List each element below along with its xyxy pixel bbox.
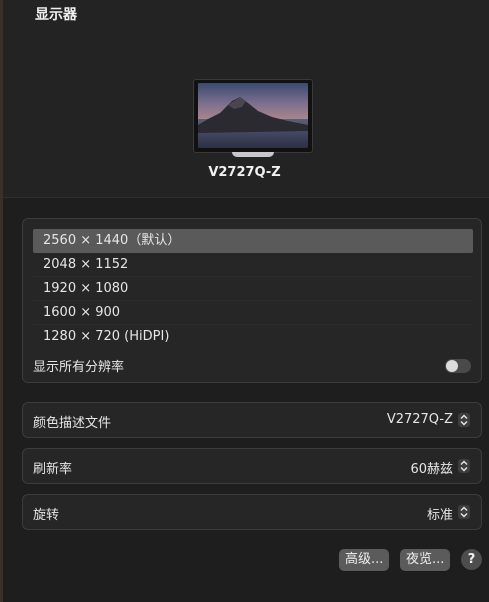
monitor-name: V2727Q-Z bbox=[208, 165, 281, 180]
popup-stepper-icon[interactable] bbox=[458, 459, 470, 473]
rotation-label: 旋转 bbox=[33, 508, 60, 523]
color-profile-value[interactable]: V2727Q-Z bbox=[387, 412, 453, 427]
refresh-rate-value[interactable]: 60赫兹 bbox=[410, 458, 453, 477]
refresh-rate-row[interactable]: 刷新率 60赫兹 bbox=[22, 448, 482, 484]
toggle-knob bbox=[446, 360, 458, 372]
color-profile-label: 颜色描述文件 bbox=[33, 416, 112, 431]
advanced-button[interactable]: 高级... bbox=[339, 549, 390, 571]
resolution-option[interactable]: 1280 × 720 (HiDPI) bbox=[33, 325, 473, 349]
wallpaper-preview bbox=[198, 83, 308, 148]
resolution-option[interactable]: 2560 × 1440（默认） bbox=[33, 229, 473, 253]
popup-stepper-icon[interactable] bbox=[458, 505, 470, 519]
night-shift-button[interactable]: 夜览... bbox=[400, 549, 451, 571]
resolution-option[interactable]: 1600 × 900 bbox=[33, 301, 473, 325]
show-all-resolutions-label: 显示所有分辨率 bbox=[33, 360, 125, 375]
show-all-resolutions-toggle[interactable] bbox=[445, 359, 471, 373]
resolution-list: 2560 × 1440（默认） 2048 × 1152 1920 × 1080 … bbox=[33, 229, 473, 349]
help-button[interactable]: ? bbox=[461, 549, 482, 570]
color-profile-row[interactable]: 颜色描述文件 V2727Q-Z bbox=[22, 402, 482, 438]
resolution-option[interactable]: 2048 × 1152 bbox=[33, 253, 473, 277]
resolution-panel: 2560 × 1440（默认） 2048 × 1152 1920 × 1080 … bbox=[22, 218, 482, 383]
page-title: 显示器 bbox=[35, 7, 77, 23]
monitor-icon bbox=[193, 79, 313, 153]
rotation-row[interactable]: 旋转 标准 bbox=[22, 494, 482, 530]
refresh-rate-label: 刷新率 bbox=[33, 462, 73, 477]
rotation-value[interactable]: 标准 bbox=[427, 504, 453, 523]
monitor-stand bbox=[232, 152, 274, 157]
popup-stepper-icon[interactable] bbox=[458, 413, 470, 427]
resolution-option[interactable]: 1920 × 1080 bbox=[33, 277, 473, 301]
